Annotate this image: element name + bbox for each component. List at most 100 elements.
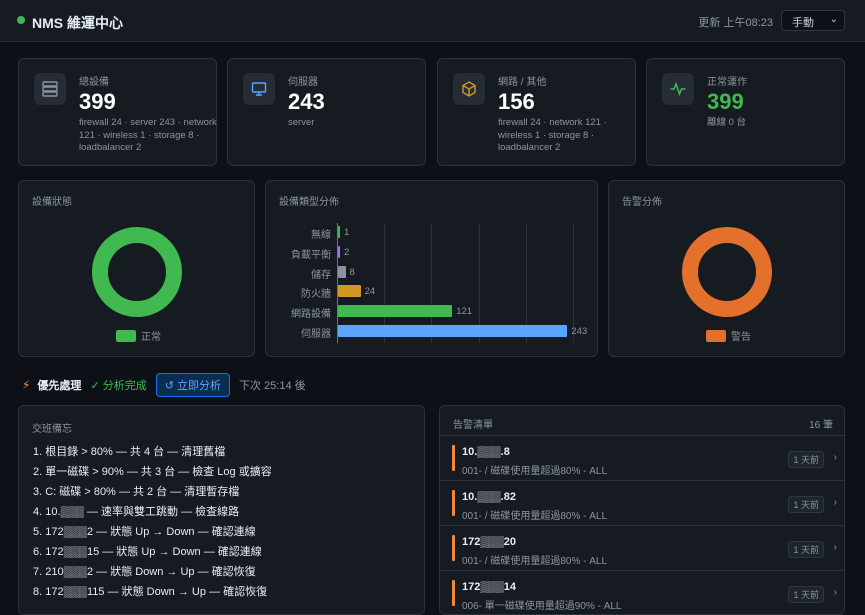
bar-category-label: 無線: [311, 230, 331, 241]
memo-item: 8. 172▒▒▒115 — 狀態 Down → Up — 確認恢復: [33, 586, 268, 598]
analysis-status: ✓ 分析完成: [90, 380, 147, 392]
bar-value-label: 24: [364, 286, 376, 298]
alert-time-badge: 1 天前: [788, 541, 824, 558]
stat-breakdown: server: [288, 117, 315, 128]
bar-value-label: 243: [571, 326, 588, 337]
top-bar: NMS 維運中心 更新 上午08:23 手動 ⌄: [0, 0, 865, 42]
memo-item: 6. 172▒▒▒15 — 狀態 Up → Down — 確認連線: [33, 546, 262, 558]
cube-icon: [453, 73, 485, 105]
chevron-right-icon: ›: [833, 542, 837, 553]
chart-title: 設備狀態: [32, 197, 72, 208]
stat-card-total[interactable]: 總設備 399 firewall 24 · server 243 · netwo…: [18, 58, 217, 166]
stat-label: 網路 / 其他: [498, 77, 547, 88]
alert-time-badge: 1 天前: [788, 451, 824, 468]
stat-card-online[interactable]: 正常運作 399 離線 0 台: [646, 58, 845, 166]
legend-item[interactable]: 正常: [116, 328, 161, 343]
chart-title: 設備類型分佈: [279, 197, 339, 208]
stat-card-network[interactable]: 網路 / 其他 156 firewall 24 · network 121 · …: [437, 58, 636, 166]
stat-breakdown: 離線 0 台: [707, 117, 747, 128]
stat-value: 399: [707, 89, 744, 114]
memo-item: 3. C: 磁碟 > 80% — 共 2 台 — 清理暫存檔: [33, 486, 240, 498]
legend-swatch: [116, 329, 136, 342]
bar-value-label: 1: [344, 227, 350, 238]
stat-label: 總設備: [79, 77, 109, 88]
bar-category-label: 負載平衡: [291, 249, 331, 261]
priority-bar: ⚡ 優先處理 ✓ 分析完成 ↺ 立即分析 下次 25:14 後: [22, 373, 306, 397]
alert-host: 10.▒▒▒.8: [462, 446, 510, 458]
chevron-right-icon: ›: [833, 587, 837, 598]
memo-title: 交班備忘: [32, 424, 72, 435]
memo-item: 4. 10.▒▒▒ — 速率與雙工跳動 — 檢查線路: [33, 506, 240, 518]
alert-row[interactable]: 10.▒▒▒.8 001- / 磁碟使用量超過80% - ALL 1 天前 ›: [440, 437, 844, 481]
bar[interactable]: [338, 265, 346, 278]
stat-breakdown: firewall 24 · network 121 · wireless 1 ·…: [498, 117, 607, 153]
memo-item: 1. 根目錄 > 80% — 共 4 台 — 清理舊檔: [33, 446, 226, 458]
stat-label: 伺服器: [288, 77, 318, 88]
analyze-now-button[interactable]: ↺ 立即分析: [155, 373, 230, 397]
refresh-mode-value: 手動: [792, 17, 814, 29]
severity-strip: [452, 445, 455, 471]
bar-category-label: 網路設備: [291, 309, 331, 321]
bar-value-label: 8: [349, 266, 355, 278]
alert-row[interactable]: 172▒▒▒14 006- 單一磁碟使用量超過90% - ALL 1 天前 ›: [440, 572, 844, 614]
handover-memo-card: 交班備忘 1. 根目錄 > 80% — 共 4 台 — 清理舊檔 2. 單一磁碟…: [18, 405, 425, 615]
legend-label: 正常: [141, 332, 161, 343]
grid-line: [573, 223, 574, 343]
legend-item[interactable]: 警告: [706, 328, 751, 343]
alert-row[interactable]: 10.▒▒▒.82 001- / 磁碟使用量超過80% - ALL 1 天前 ›: [440, 482, 844, 526]
server-stack-icon: [34, 73, 66, 105]
app-title: NMS 維運中心: [32, 15, 123, 31]
last-updated: 更新 上午08:23: [698, 17, 773, 29]
stat-breakdown: firewall 24 · server 243 · network 121 ·…: [79, 117, 217, 153]
memo-item: 2. 單一磁碟 > 90% — 共 3 台 — 檢查 Log 或擴容: [33, 466, 272, 478]
severity-strip: [452, 535, 455, 561]
bar[interactable]: [338, 245, 340, 258]
bar-category-label: 儲存: [311, 269, 331, 281]
alert-list-header: 告警清單 16 筆: [440, 406, 844, 436]
severity-strip: [452, 580, 455, 606]
alert-count: 16 筆: [809, 420, 833, 431]
activity-icon: [662, 73, 694, 105]
bar-category-label: 防火牆: [301, 289, 331, 301]
status-dot: [17, 16, 25, 24]
status-donut-slice[interactable]: [92, 227, 182, 317]
lightning-icon: ⚡: [22, 378, 31, 392]
memo-item: 5. 172▒▒▒2 — 狀態 Up → Down — 確認連線: [33, 526, 256, 538]
stat-value: 399: [79, 89, 116, 114]
bar[interactable]: [338, 226, 340, 238]
monitor-icon: [243, 73, 275, 105]
chart-title: 告警分佈: [622, 197, 662, 208]
alert-host: 172▒▒▒14: [462, 581, 516, 593]
legend-label: 警告: [731, 332, 751, 343]
chevron-right-icon: ›: [833, 497, 837, 508]
bar-value-label: 121: [456, 306, 473, 318]
alert-host: 172▒▒▒20: [462, 536, 516, 548]
bar[interactable]: [338, 325, 568, 337]
alert-time-badge: 1 天前: [788, 586, 824, 603]
chevron-right-icon: ›: [833, 452, 837, 463]
alert-list-title: 告警清單: [453, 420, 493, 431]
alert-host: 10.▒▒▒.82: [462, 491, 516, 503]
chevron-down-icon: ⌄: [829, 14, 838, 25]
alert-description: 001- / 磁碟使用量超過80% - ALL: [462, 556, 608, 567]
severity-strip: [452, 490, 455, 516]
stat-label: 正常運作: [707, 77, 747, 88]
alert-description: 001- / 磁碟使用量超過80% - ALL: [462, 511, 608, 522]
device-type-card: 設備類型分佈 無線 1 負載平衡 2 儲存 8 防火牆 24 網路設備 121 伺服器 243: [265, 180, 598, 357]
bar[interactable]: [338, 305, 453, 318]
alert-row[interactable]: 172▒▒▒20 001- / 磁碟使用量超過80% - ALL 1 天前 ›: [440, 527, 844, 571]
next-run-countdown: 下次 25:14 後: [239, 380, 306, 392]
alert-donut-slice[interactable]: [682, 227, 772, 317]
legend-swatch: [706, 329, 726, 342]
device-status-card: 設備狀態 正常: [18, 180, 255, 357]
priority-title: 優先處理: [37, 380, 82, 392]
refresh-mode-select[interactable]: 手動 ⌄: [781, 10, 845, 31]
bar-value-label: 2: [344, 246, 350, 258]
alert-description: 001- / 磁碟使用量超過80% - ALL: [462, 466, 608, 477]
memo-item: 7. 210▒▒▒2 — 狀態 Down → Up — 確認恢復: [33, 566, 256, 578]
stat-value: 243: [288, 89, 325, 114]
alert-time-badge: 1 天前: [788, 496, 824, 513]
bar[interactable]: [338, 285, 361, 298]
stat-card-servers[interactable]: 伺服器 243 server: [227, 58, 426, 166]
bar-category-label: 伺服器: [301, 329, 331, 340]
